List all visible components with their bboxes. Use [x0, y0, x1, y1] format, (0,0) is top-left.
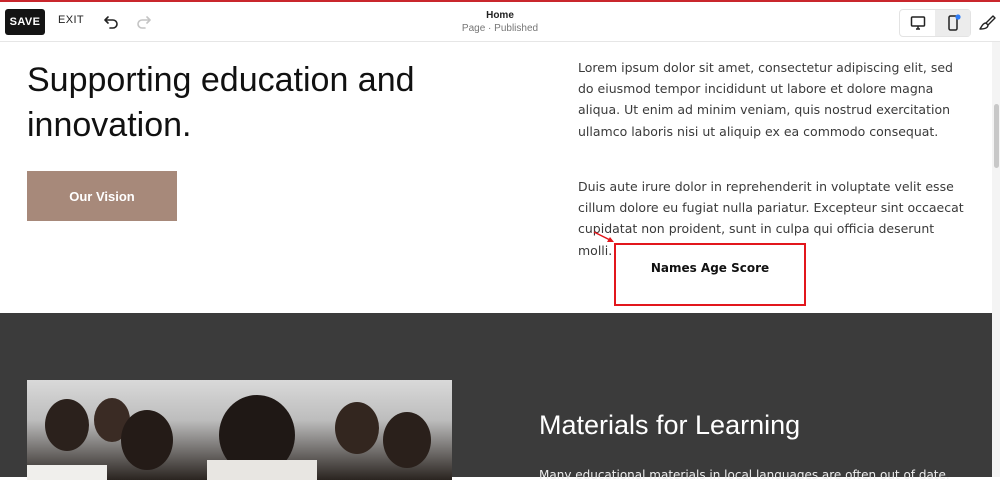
materials-body: Many educational materials in local lang… — [539, 468, 950, 479]
table-highlight-box[interactable]: Names Age Score — [614, 243, 806, 306]
intro-paragraph: Lorem ipsum dolor sit amet, consectetur … — [578, 60, 953, 139]
our-vision-button[interactable]: Our Vision — [27, 171, 177, 221]
classroom-photo — [27, 380, 452, 480]
page-title: Home — [486, 10, 514, 21]
classroom-photo-graphic — [27, 395, 431, 480]
materials-section: Materials for Learning Many educational … — [0, 313, 992, 480]
mobile-icon — [947, 14, 961, 31]
table-header: Names Age Score — [650, 261, 770, 275]
editor-toolbar: SAVE EXIT Home Page · Published — [0, 0, 1000, 42]
desktop-view-button[interactable] — [900, 10, 935, 36]
hero-heading: Supporting education and innovation. — [27, 61, 415, 144]
desktop-icon — [910, 16, 925, 30]
mobile-view-button[interactable] — [935, 10, 970, 36]
materials-heading: Materials for Learning — [539, 410, 801, 440]
scrollbar-thumb[interactable] — [994, 104, 999, 168]
page-status: Page · Published — [461, 23, 539, 34]
device-view-toggle — [899, 9, 971, 37]
brush-icon[interactable] — [978, 14, 996, 32]
